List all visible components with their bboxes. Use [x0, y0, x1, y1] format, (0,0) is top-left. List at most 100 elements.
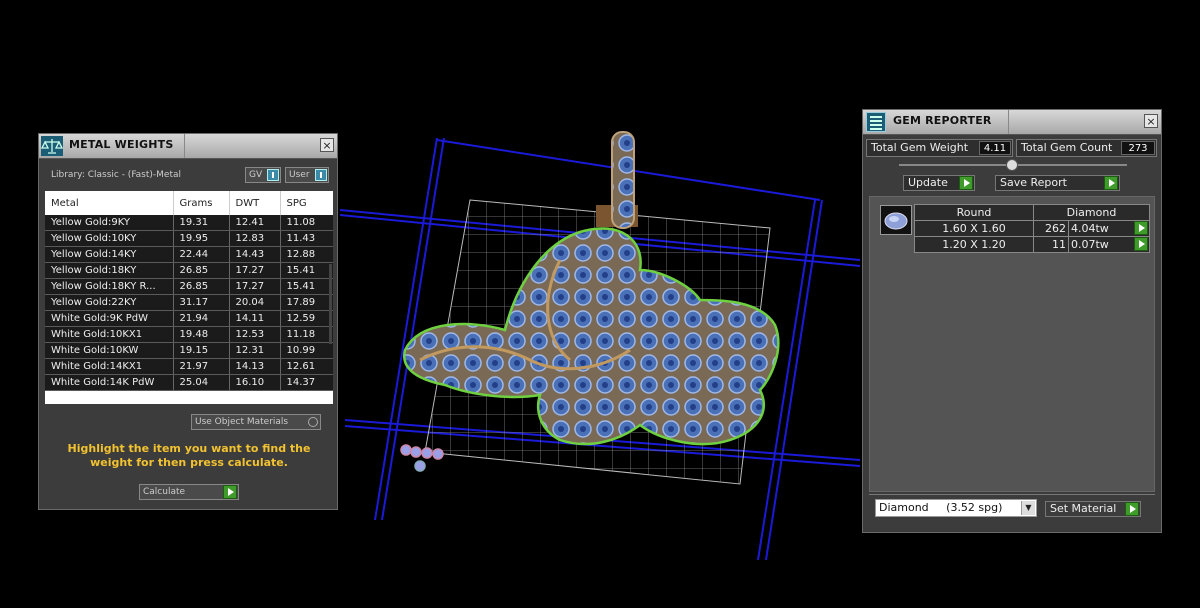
grams-value: 19.48 [173, 326, 230, 343]
grams-value: 26.85 [173, 278, 230, 295]
metal-name: White Gold:10KW [45, 342, 174, 359]
close-icon[interactable]: × [320, 138, 334, 152]
metal-name: Yellow Gold:18KY [45, 262, 174, 279]
total-gem-weight-value: 4.11 [979, 141, 1011, 155]
select-gem-button[interactable] [1134, 237, 1148, 251]
spg-value: 11.43 [280, 230, 333, 247]
close-icon[interactable]: × [1144, 114, 1158, 128]
table-row[interactable]: White Gold:10KX1 19.48 12.53 11.18 [45, 326, 333, 343]
dwt-value: 12.31 [229, 342, 281, 359]
spg-value: 15.41 [280, 262, 333, 279]
material-dropdown[interactable]: Diamond (3.52 spg) ▼ [875, 499, 1037, 517]
title-divider [1008, 110, 1009, 134]
calculate-button[interactable] [223, 485, 237, 499]
total-gem-count-label: Total Gem Count [1021, 141, 1113, 154]
spg-value: 12.61 [280, 358, 333, 375]
grams-value: 31.17 [173, 294, 230, 311]
pendant-bail [596, 131, 638, 229]
table-row[interactable]: Yellow Gold:18KY R... 26.85 17.27 15.41 [45, 278, 333, 295]
grams-value: 21.94 [173, 310, 230, 327]
column-header-dwt[interactable]: DWT [229, 191, 281, 215]
metal-weights-titlebar[interactable]: METAL WEIGHTS × [39, 134, 337, 159]
grams-value: 21.97 [173, 358, 230, 375]
spg-value: 17.89 [280, 294, 333, 311]
grams-value: 25.04 [173, 374, 230, 391]
table-row[interactable]: Yellow Gold:22KY 31.17 20.04 17.89 [45, 294, 333, 311]
gv-label: GV [249, 170, 263, 180]
radio-icon[interactable] [308, 417, 318, 427]
gem-reporter-titlebar[interactable]: GEM REPORTER × [863, 110, 1161, 135]
table-row[interactable]: White Gold:14KX1 21.97 14.13 12.61 [45, 358, 333, 375]
calculate-field[interactable]: Calculate [139, 484, 239, 500]
grams-value: 26.85 [173, 262, 230, 279]
spg-value: 11.18 [280, 326, 333, 343]
select-gem-button[interactable] [1134, 221, 1148, 235]
toggle-icon [267, 169, 279, 181]
gem-weight: 4.04tw [1071, 222, 1109, 235]
dwt-value: 12.53 [229, 326, 281, 343]
user-label: User [289, 170, 310, 180]
metal-name: Yellow Gold:10KY [45, 230, 174, 247]
column-header-grams[interactable]: Grams [173, 191, 230, 215]
column-header-spg[interactable]: SPG [280, 191, 333, 215]
dwt-value: 12.41 [229, 215, 281, 231]
dwt-value: 14.13 [229, 358, 281, 375]
gem-weight: 0.07tw [1071, 238, 1109, 251]
save-report-label: Save Report [1000, 176, 1067, 189]
table-row[interactable]: Yellow Gold:14KY 22.44 14.43 12.88 [45, 246, 333, 263]
gem-table-header: Round Diamond [914, 204, 1150, 221]
round-gem-icon [880, 205, 912, 235]
dwt-value: 14.43 [229, 246, 281, 263]
grams-value: 22.44 [173, 246, 230, 263]
gem-row[interactable]: 1.60 X 1.60 262 4.04tw [914, 220, 1150, 237]
update-button[interactable]: Update [903, 175, 975, 191]
table-row[interactable]: White Gold:10KW 19.15 12.31 10.99 [45, 342, 333, 359]
gem-weight-cell: 4.04tw [1068, 220, 1150, 237]
total-gem-count-box: Total Gem Count 273 [1016, 139, 1157, 157]
gem-row[interactable]: 1.20 X 1.20 11 0.07tw [914, 236, 1150, 253]
user-toggle[interactable]: User [285, 167, 329, 183]
metal-name: White Gold:14KX1 [45, 358, 174, 375]
table-row[interactable]: Yellow Gold:9KY 19.31 12.41 11.08 [45, 215, 333, 231]
metal-name: Yellow Gold:22KY [45, 294, 174, 311]
set-material-button[interactable]: Set Material [1045, 501, 1141, 517]
gem-count: 262 [1033, 220, 1069, 237]
vertical-scrollbar[interactable] [329, 264, 332, 344]
slider-handle[interactable] [1006, 159, 1018, 171]
total-gem-count-value: 273 [1121, 141, 1155, 155]
column-header-metal[interactable]: Metal [45, 191, 174, 215]
table-row[interactable]: White Gold:14K PdW 25.04 16.10 14.37 [45, 374, 333, 391]
gv-toggle[interactable]: GV [245, 167, 281, 183]
table-header-row: Metal Grams DWT SPG [45, 191, 333, 215]
save-report-button[interactable]: Save Report [995, 175, 1120, 191]
spg-value: 12.59 [280, 310, 333, 327]
set-material-label: Set Material [1050, 502, 1117, 515]
gem-count: 11 [1033, 236, 1069, 253]
chevron-down-icon[interactable]: ▼ [1021, 501, 1035, 515]
grams-value: 19.31 [173, 215, 230, 231]
metal-table: Metal Grams DWT SPG Yellow Gold:9KY 19.31… [45, 191, 333, 404]
use-object-materials-label: Use Object Materials [195, 417, 289, 427]
use-object-materials-option[interactable]: Use Object Materials [191, 414, 321, 430]
dwt-value: 17.27 [229, 278, 281, 295]
instruction-text: Highlight the item you want to find the … [67, 442, 311, 469]
gem-size: 1.20 X 1.20 [914, 236, 1034, 253]
spg-value: 14.37 [280, 374, 333, 391]
material-header: Diamond [1033, 204, 1150, 221]
grams-value: 19.15 [173, 342, 230, 359]
library-label: Library: Classic - (Fast)-Metal [51, 170, 182, 180]
gem-weight-cell: 0.07tw [1068, 236, 1150, 253]
table-row[interactable]: Yellow Gold:18KY 26.85 17.27 15.41 [45, 262, 333, 279]
gem-list-area: Round Diamond 1.60 X 1.60 262 4.04tw 1.2… [869, 196, 1155, 492]
metal-weights-panel: METAL WEIGHTS × Library: Classic - (Fast… [38, 133, 338, 510]
metal-name: White Gold:14K PdW [45, 374, 174, 391]
gem-size: 1.60 X 1.60 [914, 220, 1034, 237]
report-icon [866, 112, 886, 132]
table-row[interactable]: White Gold:9K PdW 21.94 14.11 12.59 [45, 310, 333, 327]
spg-value: 12.88 [280, 246, 333, 263]
play-icon [1104, 176, 1118, 190]
loose-gems [400, 444, 444, 472]
dwt-value: 12.83 [229, 230, 281, 247]
table-row[interactable]: Yellow Gold:10KY 19.95 12.83 11.43 [45, 230, 333, 247]
gem-icon [884, 212, 908, 230]
